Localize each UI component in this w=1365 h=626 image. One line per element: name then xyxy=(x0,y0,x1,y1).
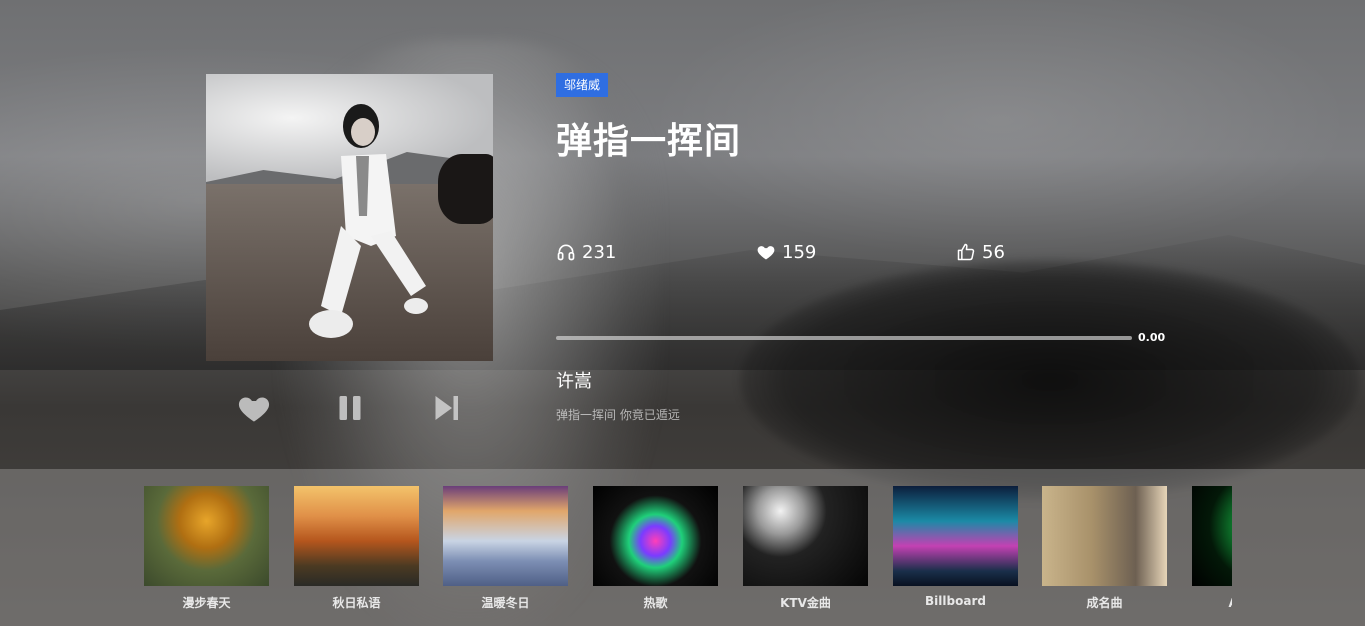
listen-count-value: 231 xyxy=(582,241,617,263)
like-count-value: 56 xyxy=(982,241,1005,263)
playlist-card[interactable]: 热歌 xyxy=(593,486,718,612)
artist-tag[interactable]: 邬绪威 xyxy=(556,73,609,97)
headphones-icon xyxy=(557,244,575,261)
favorite-count[interactable]: 159 xyxy=(756,240,816,264)
singer-name[interactable]: 许嵩 xyxy=(556,367,592,393)
skip-next-icon xyxy=(435,396,458,420)
playlist-thumbnail xyxy=(593,486,718,586)
progress-bar[interactable] xyxy=(556,336,1132,340)
playlist-thumbnail xyxy=(743,486,868,586)
playlist-card[interactable]: 秋日私语 xyxy=(294,486,419,612)
next-button[interactable] xyxy=(428,390,464,426)
heart-icon xyxy=(757,246,775,260)
player-controls xyxy=(236,390,466,430)
like-count[interactable]: 56 xyxy=(956,240,1005,264)
playlist-name: KTV金曲 xyxy=(780,596,831,610)
album-cover xyxy=(206,74,493,361)
playlist-thumbnail xyxy=(893,486,1018,586)
playlist-card[interactable]: 成名曲 xyxy=(1042,486,1167,612)
song-title: 弹指一挥间 xyxy=(556,121,742,162)
playlist-card[interactable]: 温暖冬日 xyxy=(443,486,568,612)
playlist-name: 成名曲 xyxy=(1086,596,1123,610)
playlist-name: Billboard xyxy=(925,594,986,608)
playlist-thumbnail xyxy=(443,486,568,586)
playlist-card[interactable]: 漫步春天 xyxy=(144,486,269,612)
background-yak xyxy=(740,260,1360,500)
current-lyric: 弹指一挥间 你竟已遁远 xyxy=(556,408,680,422)
favorite-count-value: 159 xyxy=(782,241,817,263)
pause-button[interactable] xyxy=(332,390,368,426)
favorite-button[interactable] xyxy=(236,390,272,426)
playlist-name: 秋日私语 xyxy=(332,596,381,610)
cover-person xyxy=(309,104,428,338)
playlist-name: 热歌 xyxy=(643,596,668,610)
playlist-carousel[interactable]: 漫步春天 秋日私语 温暖冬日 热歌 KTV金曲 Billboard 成名曲 AC… xyxy=(144,486,1232,616)
playlist-name: 温暖冬日 xyxy=(481,596,530,610)
playlist-card[interactable]: KTV金曲 xyxy=(743,486,868,612)
playlist-thumbnail xyxy=(1192,486,1232,586)
playlist-name: 漫步春天 xyxy=(182,596,231,610)
playlist-thumbnail xyxy=(144,486,269,586)
playlist-thumbnail xyxy=(1042,486,1167,586)
playlist-card[interactable]: Billboard xyxy=(893,486,1018,612)
playlist-thumbnail xyxy=(294,486,419,586)
pause-icon xyxy=(339,396,361,420)
listen-count: 231 xyxy=(556,240,616,264)
elapsed-time: 0.00 xyxy=(1138,331,1166,344)
thumbs-up-icon xyxy=(957,243,975,261)
playlist-name: ACG新歌 xyxy=(1192,594,1232,611)
heart-icon xyxy=(238,397,270,422)
playlist-card[interactable]: ACG新歌 xyxy=(1192,486,1232,612)
